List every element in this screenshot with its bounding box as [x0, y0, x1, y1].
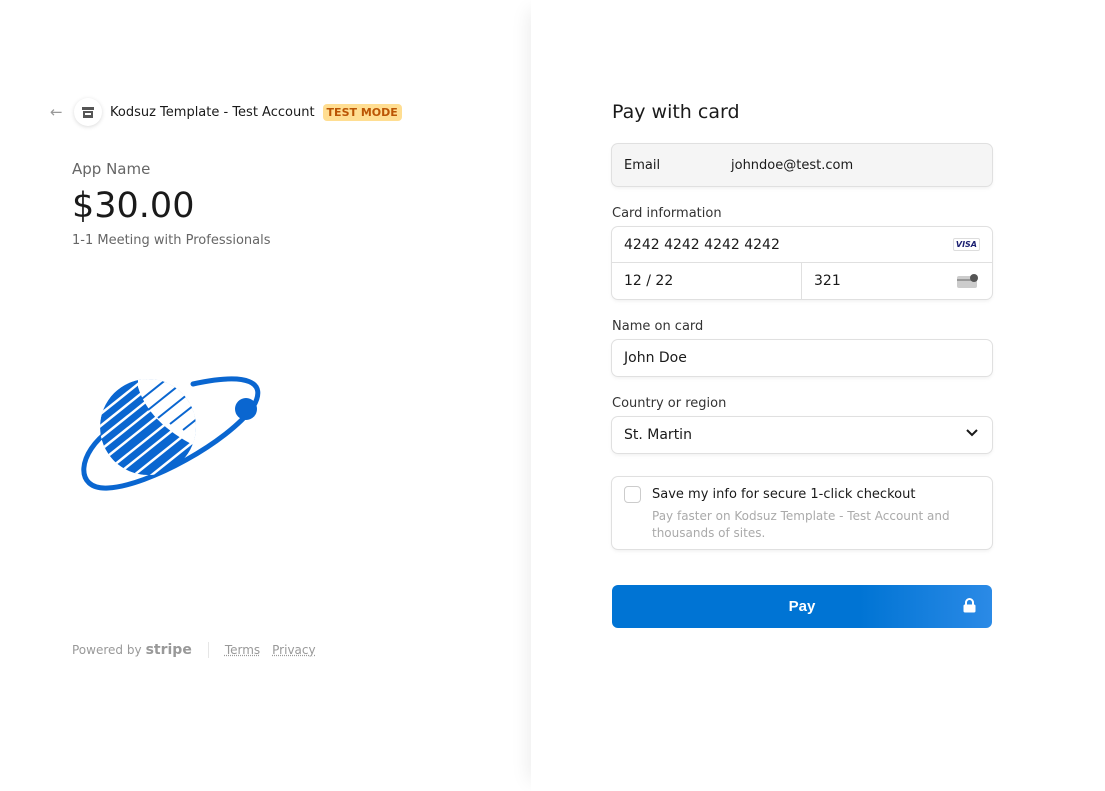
product-name: App Name — [72, 160, 151, 178]
product-price: $30.00 — [72, 186, 195, 226]
visa-icon: VISA — [952, 238, 980, 251]
name-label: Name on card — [612, 319, 704, 334]
account-name[interactable]: Kodsuz Template - Test Account — [110, 105, 315, 120]
test-mode-badge: TEST MODE — [322, 103, 402, 121]
product-description: 1-1 Meeting with Professionals — [72, 233, 271, 248]
stripe-logo[interactable]: stripe — [146, 642, 192, 658]
email-field[interactable]: Email johndoe@test.com — [612, 144, 992, 186]
cvc-input[interactable]: 321 — [802, 263, 992, 299]
pay-label: Pay — [788, 598, 816, 615]
privacy-link[interactable]: Privacy — [272, 643, 315, 657]
store-icon — [74, 98, 102, 126]
email-label: Email — [624, 157, 661, 173]
save-info-checkbox[interactable] — [624, 486, 641, 503]
save-info-subtitle: Pay faster on Kodsuz Template - Test Acc… — [652, 509, 950, 540]
cvc-value: 321 — [814, 273, 841, 289]
arrow-left-icon[interactable]: ← — [50, 103, 66, 121]
name-input[interactable]: John Doe — [612, 340, 992, 376]
divider — [207, 642, 209, 658]
pay-button[interactable]: Pay — [612, 585, 992, 628]
save-info-box: Save my info for secure 1-click checkout… — [612, 477, 992, 549]
chevron-down-icon — [966, 429, 978, 437]
card-info-label: Card information — [612, 206, 722, 221]
expiry-value: 12 / 22 — [624, 273, 674, 289]
terms-link[interactable]: Terms — [225, 643, 260, 657]
expiry-input[interactable]: 12 / 22 — [612, 263, 802, 299]
powered-by-label: Powered by — [72, 643, 142, 657]
order-summary-panel: ← Kodsuz Template - Test Account TEST MO… — [0, 0, 531, 791]
form-title: Pay with card — [612, 101, 740, 123]
lock-icon — [963, 598, 976, 613]
cvc-card-icon — [957, 274, 978, 288]
name-value: John Doe — [624, 350, 687, 366]
save-info-title: Save my info for secure 1-click checkout — [652, 487, 916, 502]
card-number-value: 4242 4242 4242 4242 — [624, 236, 780, 253]
country-value: St. Martin — [624, 427, 692, 443]
product-logo-image — [81, 376, 261, 491]
footer: Powered by stripe Terms Privacy — [72, 642, 328, 658]
merchant-header: ← Kodsuz Template - Test Account TEST MO… — [50, 98, 402, 126]
country-select[interactable]: St. Martin — [612, 417, 992, 453]
card-number-input[interactable]: 4242 4242 4242 4242 VISA — [612, 227, 992, 263]
country-label: Country or region — [612, 396, 727, 411]
email-value: johndoe@test.com — [731, 157, 854, 173]
card-info-group: 4242 4242 4242 4242 VISA 12 / 22 321 — [612, 227, 992, 299]
